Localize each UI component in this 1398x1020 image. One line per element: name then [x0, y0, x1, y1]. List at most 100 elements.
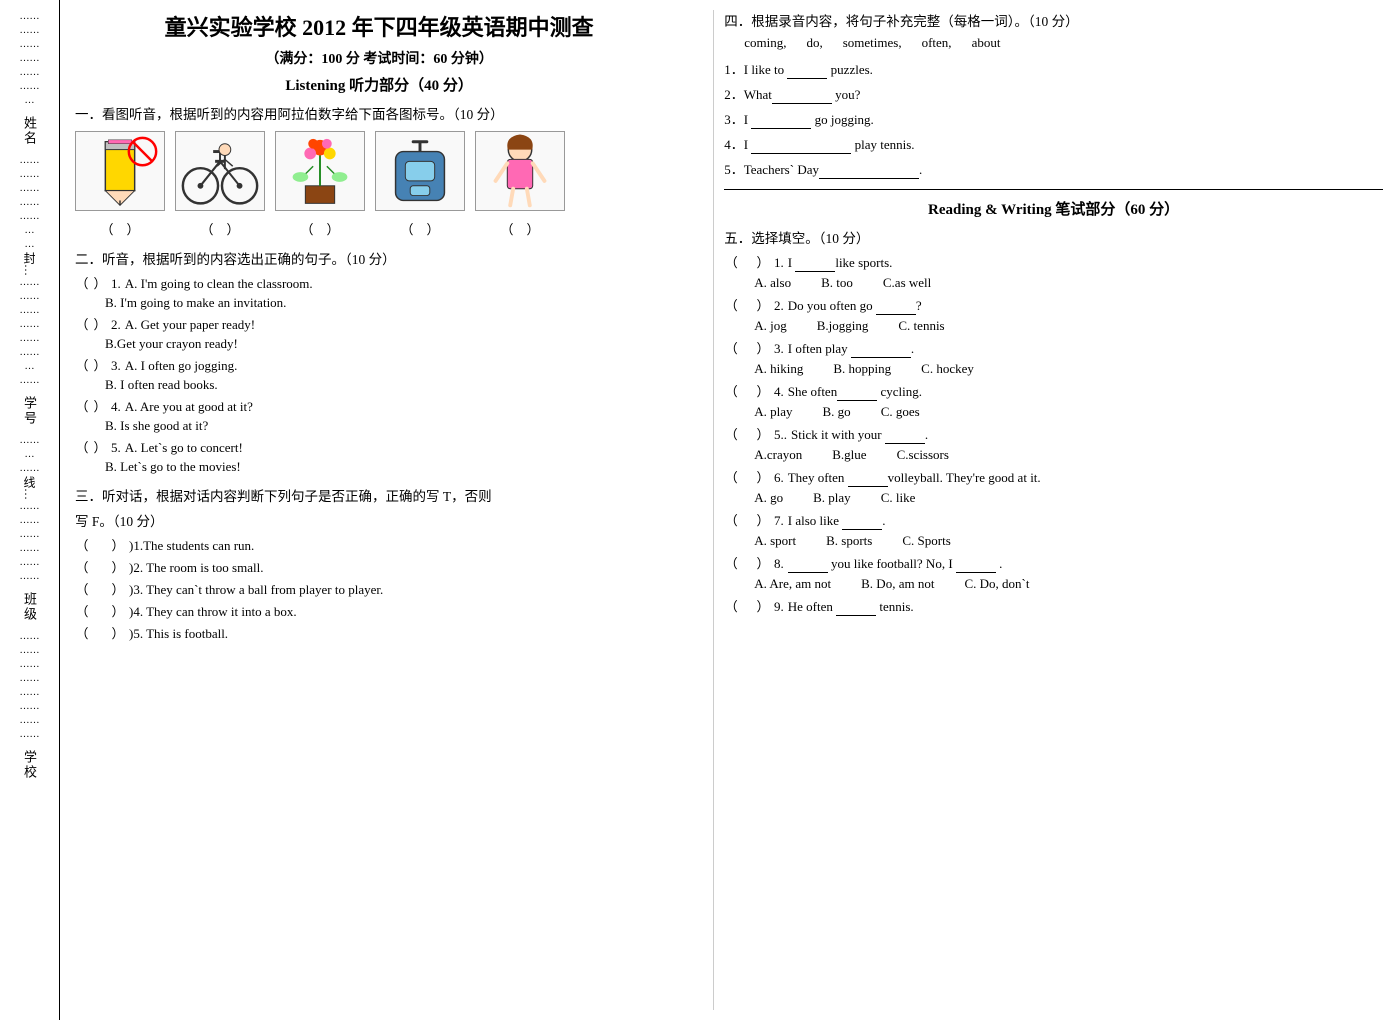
blank-q5-2 — [876, 298, 916, 315]
q3-3: （ ） )3. They can`t throw a ball from pla… — [75, 579, 683, 598]
paren-q3-3-close — [93, 582, 107, 598]
q3-3-text: )3. They can`t throw a ball from player … — [129, 582, 383, 598]
q5-8-options: A. Are, am not B. Do, am not C. Do, don`… — [754, 576, 1383, 592]
margin-dots-1: ………………………………… — [20, 10, 40, 108]
paren-row: （ ） （ ） （ ） （ ） （ ） — [75, 219, 683, 238]
q5-7-num: 7. — [774, 513, 784, 529]
paren-cell-1: （ ） — [75, 219, 165, 238]
q5-6-num: 6. — [774, 470, 784, 486]
blank-q4-2 — [772, 87, 832, 104]
q3-5-text: )5. This is football. — [129, 626, 228, 642]
q5-8-text: you like football? No, I . — [788, 556, 1003, 573]
blank-q5-5 — [885, 427, 925, 444]
q5-1-options: A. also B. too C.as well — [754, 275, 1383, 291]
q5-5-text: Stick it with your . — [791, 427, 928, 444]
exam-title: 童兴实验学校 2012 年下四年级英语期中测查 — [75, 10, 683, 42]
q5-2-B: B.jogging — [817, 318, 869, 334]
margin-dots-2: ……………………………… — [20, 154, 40, 252]
q5-3: （ ） 3. I often play . — [724, 338, 1383, 358]
paren-cell-4: （ ） — [375, 219, 465, 238]
q5-2-C: C. tennis — [898, 318, 944, 334]
blank-q5-7 — [842, 513, 882, 530]
q5-1: （ ） 1. I like sports. — [724, 252, 1383, 272]
listening-header: Listening 听力部分（40 分） — [75, 74, 683, 95]
images-row — [75, 131, 683, 211]
section5-title: 五．选择填空。（10 分） — [724, 227, 1383, 247]
divider-1 — [724, 189, 1383, 190]
q5-4-options: A. play B. go C. goes — [754, 404, 1383, 420]
q5-4-B: B. go — [823, 404, 851, 420]
paren-q2-2-close: ） — [93, 314, 107, 333]
q5-9-text: He often tennis. — [788, 599, 914, 616]
paren-q2-5: （ — [75, 437, 89, 456]
q5-5-num: 5.. — [774, 427, 787, 443]
q5-4-num: 4. — [774, 384, 784, 400]
q5-5-A: A.crayon — [754, 447, 802, 463]
img-bike — [175, 131, 265, 211]
q5-8-A: A. Are, am not — [754, 576, 831, 592]
q5-4: （ ） 4. She often cycling. — [724, 381, 1383, 401]
right-column: 四．根据录音内容，将句子补充完整（每格一词）。（10 分） coming, do… — [713, 10, 1383, 1010]
q3-4: （ ） )4. They can throw it into a box. — [75, 601, 683, 620]
q2-1-A: A. I'm going to clean the classroom. — [125, 276, 313, 292]
section4-title: 四．根据录音内容，将句子补充完整（每格一词）。（10 分） — [724, 10, 1383, 30]
q5-8: （ ） 8. you like football? No, I . — [724, 553, 1383, 573]
q3-1: （ ） )1.The students can run. — [75, 535, 683, 554]
q5-6-A: A. go — [754, 490, 783, 506]
q2-1-B: B. I'm going to make an invitation. — [105, 295, 683, 311]
q2-3-B: B. I often read books. — [105, 377, 683, 393]
q5-4-A: A. play — [754, 404, 792, 420]
paren-q5-6: （ — [724, 467, 738, 486]
blank-q5-3 — [851, 341, 911, 358]
paren-q5-5: （ — [724, 424, 738, 443]
q5-5-options: A.crayon B.glue C.scissors — [754, 447, 1383, 463]
q5-4-C: C. goes — [881, 404, 920, 420]
paren-cell-5: （ ） — [475, 219, 565, 238]
paren-q2-4-close: ） — [93, 396, 107, 415]
q5-1-C: C.as well — [883, 275, 931, 291]
q2-4-A: A. Are you at good at it? — [125, 399, 253, 415]
paren-q3-2-close — [93, 560, 107, 576]
q5-7-options: A. sport B. sports C. Sports — [754, 533, 1383, 549]
q3-4-text: )4. They can throw it into a box. — [129, 604, 297, 620]
img-girl — [475, 131, 565, 211]
margin-dots-3: ……………………………………… — [20, 276, 40, 388]
q3-2-text: )2. The room is too small. — [129, 560, 263, 576]
q5-9-num: 9. — [774, 599, 784, 615]
q4-4: 4．I play tennis. — [724, 134, 1383, 154]
word-bank: coming, do, sometimes, often, about — [744, 35, 1383, 51]
q5-4-text: She often cycling. — [788, 384, 922, 401]
paren-q3-4-close — [93, 604, 107, 620]
q2-2: （） 2. A. Get your paper ready! — [75, 314, 683, 333]
paren-q5-3: （ — [724, 338, 738, 357]
blank-q5-8b — [956, 556, 996, 573]
exam-subtitle: （满分：100 分 考试时间：60 分钟） — [75, 48, 683, 68]
section3-subtitle: 写 F。（10 分） — [75, 510, 683, 530]
q5-5: （ ） 5.. Stick it with your . — [724, 424, 1383, 444]
paren-q5-4: （ — [724, 381, 738, 400]
label-seal: 封… — [21, 252, 38, 276]
paren-q3-5-close — [93, 626, 107, 642]
q5-8-num: 8. — [774, 556, 784, 572]
label-xuehao: 学号 — [20, 396, 39, 426]
paren-q3-4: （ — [75, 601, 89, 620]
paren-q5-1: （ — [724, 252, 738, 271]
q2-4: （） 4. A. Are you at good at it? — [75, 396, 683, 415]
q5-5-B: B.glue — [832, 447, 866, 463]
paren-q5-9: （ — [724, 596, 738, 615]
blank-q4-5 — [819, 162, 919, 179]
section2-group: 二．听音，根据听到的内容选出正确的句子。（10 分） （） 1. A. I'm … — [75, 248, 683, 475]
q3-1-text: )1.The students can run. — [129, 538, 254, 554]
q5-3-A: A. hiking — [754, 361, 803, 377]
q5-3-num: 3. — [774, 341, 784, 357]
q5-6-options: A. go B. play C. like — [754, 490, 1383, 506]
blank-q5-6 — [848, 470, 888, 487]
paren-q3-1: （ — [75, 535, 89, 554]
q4-1: 1．I like to puzzles. — [724, 59, 1383, 79]
blank-q4-4 — [751, 137, 851, 154]
q5-2-A: A. jog — [754, 318, 787, 334]
label-line: 线… — [21, 476, 38, 500]
bike-svg — [176, 132, 264, 210]
label-banjie: 班级 — [20, 592, 39, 622]
section3-group: 三．听对话，根据对话内容判断下列句子是否正确，正确的写 T，否则 写 F。（10… — [75, 485, 683, 642]
